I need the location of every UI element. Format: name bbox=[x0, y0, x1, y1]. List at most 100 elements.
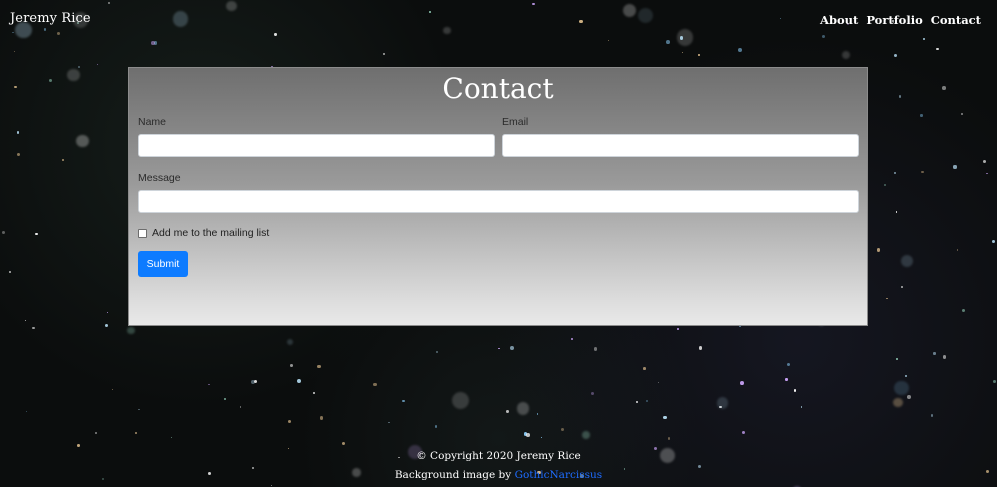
bokeh-dot bbox=[32, 326, 35, 330]
bokeh-dot bbox=[953, 165, 957, 169]
checkbox-unchecked-icon[interactable] bbox=[138, 228, 147, 238]
bokeh-dot bbox=[1, 230, 6, 235]
bokeh-dot bbox=[992, 380, 996, 384]
bokeh-dot bbox=[793, 389, 797, 392]
name-input[interactable] bbox=[138, 134, 495, 157]
bokeh-dot bbox=[106, 311, 109, 314]
bokeh-dot bbox=[14, 50, 16, 53]
bokeh-dot bbox=[286, 339, 293, 346]
submit-button[interactable]: Submit bbox=[138, 251, 188, 277]
bokeh-dot bbox=[643, 367, 646, 370]
bokeh-dot bbox=[342, 441, 346, 445]
bokeh-dot bbox=[95, 431, 98, 434]
bokeh-dot bbox=[894, 172, 896, 174]
bokeh-dot bbox=[14, 85, 17, 88]
bokeh-dot bbox=[658, 382, 660, 384]
bokeh-dot bbox=[35, 233, 38, 236]
bokeh-dot bbox=[883, 183, 886, 187]
bokeh-dot bbox=[590, 391, 594, 396]
bokeh-dot bbox=[942, 86, 946, 90]
bokeh-dot bbox=[787, 362, 791, 366]
nav-link-contact[interactable]: Contact bbox=[931, 13, 981, 27]
bokeh-dot bbox=[317, 365, 321, 369]
contact-card: Contact Name Email Message Add me to the… bbox=[128, 67, 868, 326]
bokeh-dot bbox=[933, 352, 936, 355]
mailing-list-option[interactable]: Add me to the mailing list bbox=[138, 227, 269, 239]
bokeh-dot bbox=[104, 323, 109, 328]
bokeh-dot bbox=[96, 63, 98, 65]
nav-links: About Portfolio Contact bbox=[820, 13, 981, 27]
bokeh-dot bbox=[127, 326, 135, 335]
bokeh-dot bbox=[681, 51, 684, 54]
bokeh-dot bbox=[677, 327, 680, 330]
bokeh-dot bbox=[541, 436, 543, 438]
bokeh-dot bbox=[77, 65, 80, 68]
mailing-list-label: Add me to the mailing list bbox=[152, 227, 270, 239]
bokeh-dot bbox=[800, 406, 803, 408]
bokeh-dot bbox=[900, 254, 913, 267]
bokeh-dot bbox=[961, 113, 964, 115]
bokeh-dot bbox=[740, 381, 745, 385]
bokeh-dot bbox=[313, 392, 316, 395]
email-label: Email bbox=[502, 116, 529, 128]
bokeh-dot bbox=[436, 350, 439, 353]
bokeh-dot bbox=[239, 406, 242, 409]
nav-link-portfolio[interactable]: Portfolio bbox=[866, 13, 922, 27]
bokeh-dot bbox=[895, 210, 898, 213]
bokeh-dot bbox=[956, 249, 959, 251]
bokeh-dot bbox=[509, 346, 514, 351]
bokeh-dot bbox=[636, 400, 639, 403]
bokeh-dot bbox=[296, 378, 301, 383]
bokeh-dot bbox=[905, 375, 907, 377]
bokeh-dot bbox=[319, 416, 324, 420]
nav-link-about[interactable]: About bbox=[820, 13, 858, 27]
credit-prefix: Background image by bbox=[394, 469, 515, 481]
bokeh-dot bbox=[582, 431, 590, 439]
bokeh-dot bbox=[67, 68, 80, 82]
bokeh-dot bbox=[77, 444, 80, 447]
bokeh-dot bbox=[982, 159, 987, 164]
bokeh-dot bbox=[920, 170, 924, 174]
bokeh-dot bbox=[223, 398, 226, 401]
bokeh-dot bbox=[402, 399, 405, 403]
bokeh-dot bbox=[886, 297, 888, 300]
bokeh-dot bbox=[287, 420, 291, 424]
message-label: Message bbox=[138, 172, 181, 184]
bokeh-dot bbox=[516, 402, 530, 415]
bokeh-dot bbox=[62, 158, 65, 161]
bokeh-dot bbox=[920, 114, 923, 117]
bokeh-dot bbox=[742, 431, 746, 435]
bokeh-dot bbox=[8, 270, 11, 274]
message-input[interactable] bbox=[138, 190, 859, 213]
bokeh-dot bbox=[738, 48, 743, 53]
bokeh-dot bbox=[383, 53, 385, 55]
bokeh-dot bbox=[16, 131, 20, 134]
bokeh-dot bbox=[25, 410, 28, 413]
bokeh-dot bbox=[942, 355, 947, 359]
bokeh-dot bbox=[111, 388, 113, 390]
name-label: Name bbox=[138, 116, 167, 128]
bokeh-dot bbox=[138, 408, 140, 411]
bokeh-dot bbox=[900, 286, 903, 289]
bokeh-dot bbox=[608, 39, 610, 41]
footer-copyright: © Copyright 2020 Jeremy Rice bbox=[416, 450, 581, 462]
credit-link[interactable]: GothicNarcissus bbox=[515, 469, 603, 481]
bokeh-dot bbox=[593, 346, 598, 351]
bokeh-dot bbox=[434, 425, 438, 428]
bokeh-dot bbox=[907, 394, 911, 399]
bokeh-dot bbox=[992, 240, 996, 244]
bokeh-dot bbox=[986, 172, 988, 174]
bokeh-dot bbox=[961, 309, 965, 313]
bokeh-dot bbox=[876, 248, 880, 252]
bokeh-dot bbox=[892, 397, 903, 408]
bokeh-dot bbox=[698, 345, 703, 350]
bokeh-dot bbox=[498, 347, 500, 350]
bokeh-dot bbox=[171, 437, 173, 439]
bokeh-dot bbox=[898, 95, 902, 98]
brand-link[interactable]: Jeremy Rice bbox=[10, 11, 91, 26]
bokeh-dot bbox=[451, 391, 470, 409]
email-input[interactable] bbox=[502, 134, 859, 157]
bokeh-dot bbox=[76, 135, 89, 148]
bokeh-dot bbox=[785, 378, 788, 381]
bokeh-dot bbox=[388, 421, 390, 423]
